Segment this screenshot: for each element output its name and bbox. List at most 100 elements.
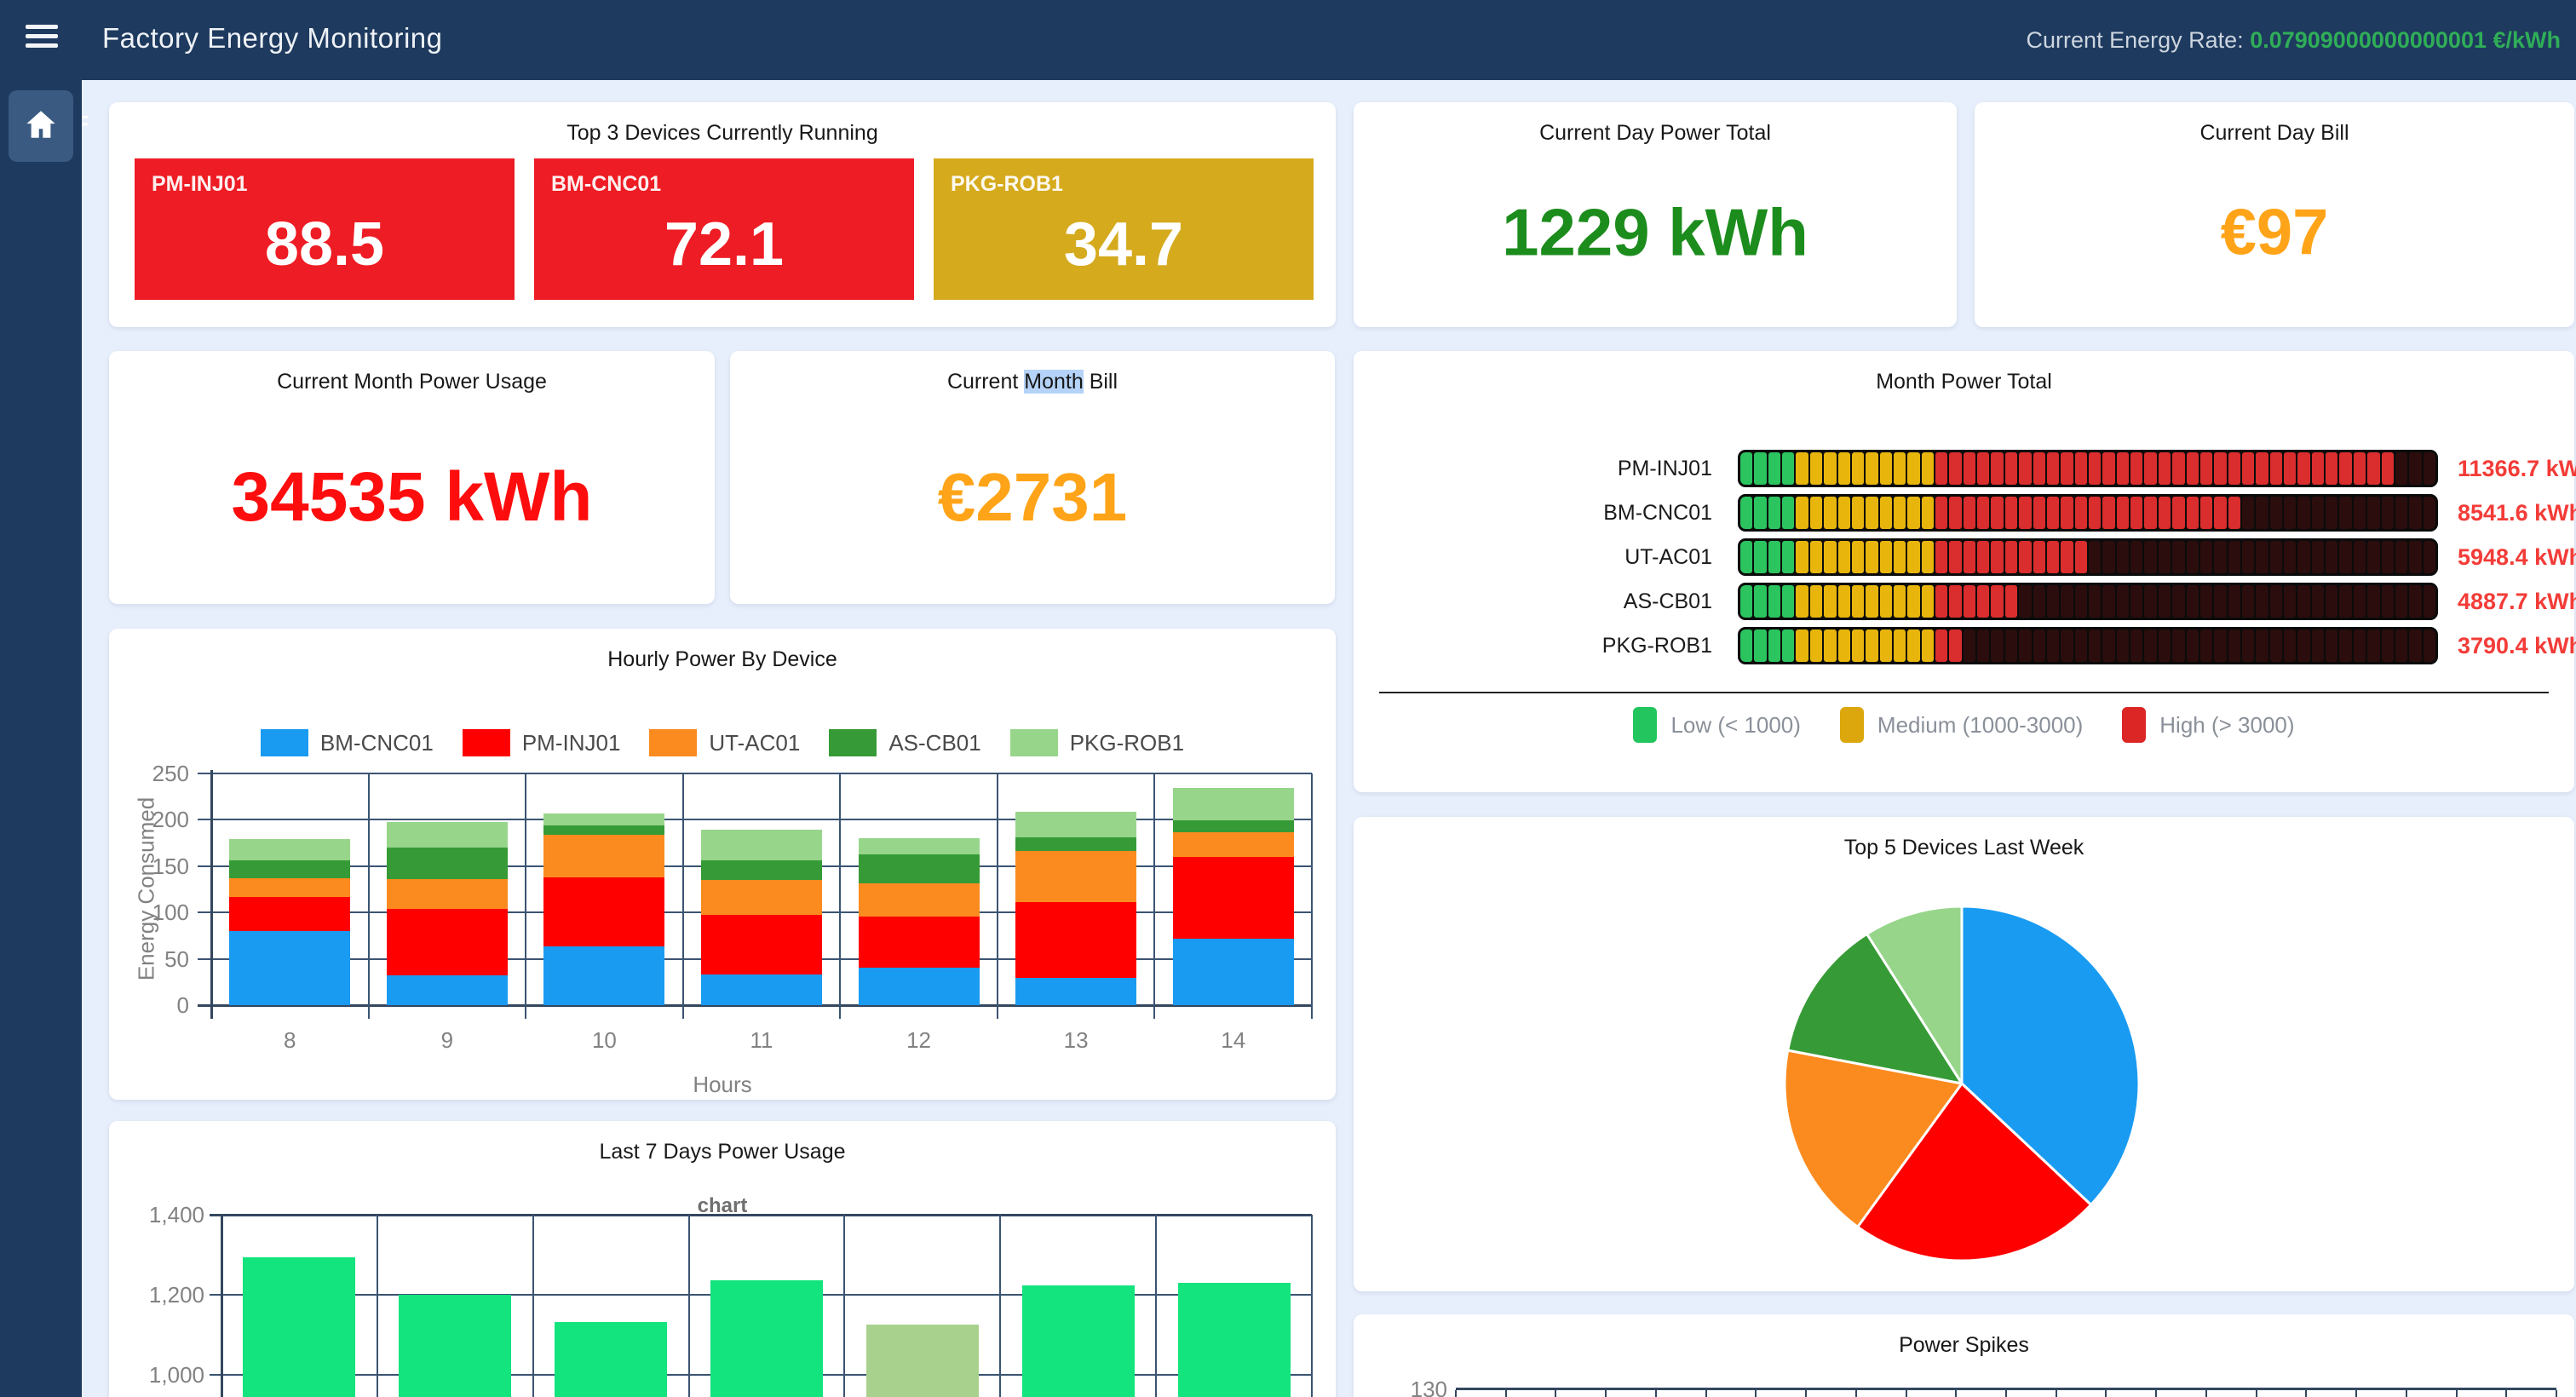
bar[interactable] (1178, 1283, 1291, 1397)
bar-segment (2005, 497, 2017, 529)
stacked-bar-segment[interactable] (1015, 812, 1136, 837)
stacked-bar-segment[interactable] (387, 879, 508, 909)
bar-segment (2354, 497, 2366, 529)
segmented-bar[interactable] (1738, 538, 2438, 576)
bar-segment (2214, 452, 2226, 485)
bar-segment (2033, 541, 2045, 573)
tick-mark (1705, 1390, 1707, 1397)
bar[interactable] (1022, 1285, 1135, 1397)
stacked-bar-segment[interactable] (1173, 820, 1294, 831)
bar-segment (2061, 585, 2073, 618)
stacked-bar-segment[interactable] (387, 848, 508, 879)
bar-segment (2242, 541, 2254, 573)
bar-segment (2354, 585, 2366, 618)
stacked-bar-segment[interactable] (543, 835, 664, 877)
bar-segment (2312, 541, 2324, 573)
pie-chart (1740, 862, 2183, 1305)
stacked-bar-segment[interactable] (1015, 837, 1136, 851)
bar-segment (1977, 541, 1989, 573)
stacked-bar-segment[interactable] (229, 897, 350, 931)
bar-segment (1991, 630, 2003, 662)
stacked-bar-segment[interactable] (543, 813, 664, 825)
segmented-bar[interactable] (1738, 450, 2438, 487)
device-tile-bm-cnc01[interactable]: BM-CNC01 72.1 (534, 158, 914, 300)
card-day-bill: Current Day Bill €97 (1975, 102, 2574, 327)
bar-segment (2382, 585, 2394, 618)
bar[interactable] (710, 1280, 823, 1397)
segmented-bar[interactable] (1738, 627, 2438, 664)
stacked-bar-segment[interactable] (1173, 832, 1294, 857)
bar-segment (2339, 630, 2351, 662)
bar[interactable] (399, 1295, 511, 1397)
device-tile-pkg-rob1[interactable]: PKG-ROB1 34.7 (934, 158, 1314, 300)
gridline-vertical (1311, 773, 1313, 1019)
stacked-bar-segment[interactable] (1173, 788, 1294, 820)
bar-segment (1810, 541, 1822, 573)
stacked-bar-segment[interactable] (859, 883, 980, 916)
bar-segment (1740, 452, 1752, 485)
stacked-bar-segment[interactable] (701, 974, 822, 1005)
bar-segment (2339, 452, 2351, 485)
bar-segment (2395, 630, 2407, 662)
stacked-bar-segment[interactable] (859, 968, 980, 1005)
stacked-bar-segment[interactable] (1173, 939, 1294, 1005)
stacked-bar-segment[interactable] (859, 854, 980, 884)
bar-segment (2159, 452, 2171, 485)
stacked-bar-segment[interactable] (701, 830, 822, 860)
stacked-bar-segment[interactable] (387, 822, 508, 848)
bar-segment (2075, 452, 2087, 485)
bar-segment (2284, 497, 2296, 529)
bar-segment (2242, 497, 2254, 529)
stacked-bar-segment[interactable] (229, 839, 350, 860)
y-tick-label: 1,200 (109, 1282, 204, 1308)
stacked-bar-segment[interactable] (387, 975, 508, 1005)
stacked-bar-segment[interactable] (1015, 978, 1136, 1005)
bar[interactable] (243, 1257, 355, 1397)
bar-segment (2033, 585, 2045, 618)
bar-segment (1824, 630, 1836, 662)
bar[interactable] (555, 1322, 667, 1397)
stacked-bar-segment[interactable] (1173, 857, 1294, 939)
segmented-bar[interactable] (1738, 494, 2438, 532)
bar-segment (1740, 497, 1752, 529)
stacked-bar-segment[interactable] (859, 917, 980, 969)
gridline-vertical (377, 1215, 378, 1397)
bar-segment (1782, 497, 1794, 529)
legend-label: High (> 3000) (2159, 712, 2294, 739)
sidebar-home-button[interactable] (9, 90, 73, 162)
bar-segment (2256, 497, 2268, 529)
stacked-bar-segment[interactable] (859, 838, 980, 854)
card-last7-days: Last 7 Days Power Usage chart 1,4001,200… (109, 1121, 1336, 1397)
card-power-spikes: Power Spikes 130 (1354, 1314, 2574, 1397)
stacked-bar-segment[interactable] (701, 860, 822, 880)
stacked-bar-segment[interactable] (1015, 902, 1136, 978)
hamburger-menu-icon[interactable] (26, 25, 60, 55)
stacked-bar-segment[interactable] (387, 909, 508, 975)
bar-segment (2005, 630, 2017, 662)
gridline-vertical (997, 773, 998, 1019)
bar-segment (2187, 585, 2199, 618)
stacked-bar-segment[interactable] (701, 915, 822, 974)
bar[interactable] (866, 1325, 979, 1397)
gridline-horizontal (198, 819, 1312, 820)
stacked-bar-segment[interactable] (543, 825, 664, 835)
bar-segment (1922, 630, 1934, 662)
bar-segment (1796, 585, 1808, 618)
bar-segment (1782, 452, 1794, 485)
stacked-bar-segment[interactable] (543, 946, 664, 1005)
stacked-bar-segment[interactable] (701, 880, 822, 915)
segmented-bar[interactable] (1738, 583, 2438, 620)
stacked-bar-segment[interactable] (229, 878, 350, 897)
stacked-bar-segment[interactable] (229, 931, 350, 1005)
stacked-bar-segment[interactable] (543, 877, 664, 947)
bar-segment (2117, 585, 2129, 618)
bar-segment (2424, 630, 2435, 662)
bar-segment (1796, 497, 1808, 529)
card-title: Top 3 Devices Currently Running (109, 121, 1336, 146)
bar-segment (2326, 630, 2337, 662)
device-tile-pm-inj01[interactable]: PM-INJ01 88.5 (135, 158, 515, 300)
stacked-bar-segment[interactable] (229, 860, 350, 878)
stacked-bar-segment[interactable] (1015, 851, 1136, 902)
bar-segment (2326, 452, 2337, 485)
device-label: PM-INJ01 (1481, 457, 1712, 481)
